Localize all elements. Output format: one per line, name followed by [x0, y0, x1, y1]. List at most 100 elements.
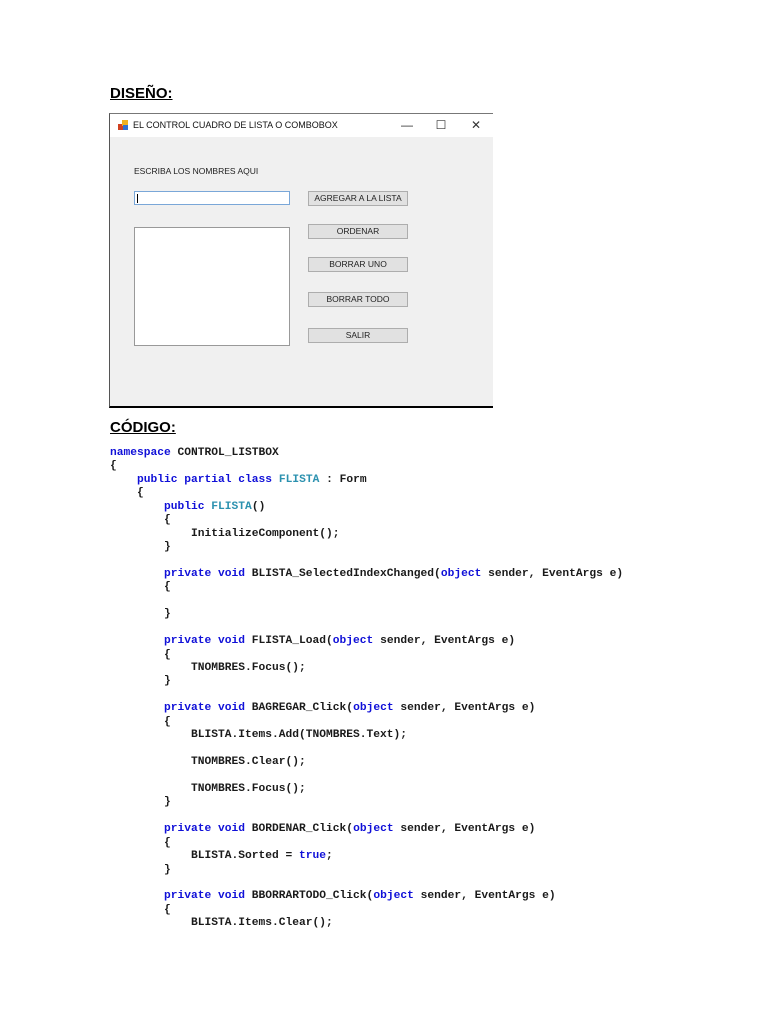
code-line: InitializeComponent(); [110, 528, 623, 541]
code-line: namespace CONTROL_LISTBOX [110, 447, 623, 460]
code-keyword: private void [164, 823, 246, 836]
delete-all-button[interactable]: BORRAR TODO [308, 292, 408, 307]
names-input[interactable] [134, 191, 290, 205]
code-text: ; [326, 850, 333, 863]
code-text: BAGREGAR_Click( [245, 702, 354, 715]
code-text: TNOMBRES.Clear(); [110, 756, 306, 769]
code-text: : Form [319, 473, 367, 486]
code-line: } [110, 675, 623, 688]
code-line: BLISTA.Items.Add(TNOMBRES.Text); [110, 729, 623, 742]
close-icon[interactable]: ✕ [461, 116, 491, 135]
code-text: () [251, 500, 266, 513]
code-line: { [110, 649, 623, 662]
code-text: { [110, 715, 171, 728]
code-text: BLISTA.Items.Add(TNOMBRES.Text); [110, 729, 408, 742]
names-listbox[interactable] [134, 227, 290, 346]
code-text: TNOMBRES.Focus(); [110, 662, 306, 674]
code-line: { [110, 460, 623, 473]
code-text: } [110, 863, 171, 876]
code-keyword: private void [164, 890, 246, 903]
code-keyword: object [373, 890, 414, 903]
form-window-screenshot: EL CONTROL CUADRO DE LISTA O COMBOBOX — … [109, 113, 493, 408]
code-line: public partial class FLISTA : Form [110, 474, 623, 487]
code-text: BLISTA.Sorted = [110, 850, 300, 863]
code-text: { [110, 460, 117, 473]
code-text: sender, EventArgs e) [413, 890, 556, 903]
code-text: { [110, 836, 171, 849]
code-line: TNOMBRES.Focus(); [110, 783, 623, 796]
code-keyword: namespace [110, 447, 171, 459]
code-line: { [110, 581, 623, 594]
title-bar: EL CONTROL CUADRO DE LISTA O COMBOBOX — … [110, 114, 493, 137]
code-line: private void BORDENAR_Click(object sende… [110, 823, 623, 836]
code-line: { [110, 904, 623, 917]
code-text: BLISTA_SelectedIndexChanged( [245, 567, 441, 580]
app-icon [118, 120, 128, 130]
code-line: { [110, 487, 623, 500]
code-keyword: public partial class [137, 473, 273, 486]
code-text: { [110, 514, 171, 527]
code-line: TNOMBRES.Focus(); [110, 662, 623, 675]
code-line: } [110, 796, 623, 809]
code-text: { [110, 903, 171, 916]
code-text: InitializeComponent(); [110, 527, 340, 540]
code-line: { [110, 716, 623, 729]
code-text: } [110, 608, 171, 621]
code-text: } [110, 796, 171, 809]
text-caret [137, 194, 138, 203]
code-line: TNOMBRES.Clear(); [110, 756, 623, 769]
code-text: BBORRARTODO_Click( [245, 890, 374, 903]
code-keyword: private void [164, 702, 246, 715]
sort-button[interactable]: ORDENAR [308, 224, 408, 239]
code-line: } [110, 541, 623, 554]
design-heading: DISEÑO: [110, 85, 173, 102]
code-line: { [110, 837, 623, 850]
code-line: BLISTA.Sorted = true; [110, 850, 623, 863]
maximize-icon[interactable]: ☐ [426, 116, 456, 135]
code-text: sender, EventArgs e) [393, 823, 536, 836]
code-text: { [110, 581, 171, 594]
code-text: sender, EventArgs e) [481, 567, 624, 580]
code-line: private void FLISTA_Load(object sender, … [110, 635, 623, 648]
code-keyword: true [299, 850, 327, 863]
code-keyword: object [353, 702, 394, 715]
code-text: { [110, 648, 171, 661]
code-line: } [110, 608, 623, 621]
names-label: ESCRIBA LOS NOMBRES AQUI [134, 166, 259, 176]
code-line: BLISTA.Items.Clear(); [110, 917, 623, 930]
delete-one-button[interactable]: BORRAR UNO [308, 257, 408, 272]
code-text: BLISTA.Items.Clear(); [110, 917, 333, 930]
add-to-list-button[interactable]: AGREGAR A LA LISTA [308, 191, 408, 206]
code-text: FLISTA_Load( [245, 635, 333, 648]
code-line: { [110, 514, 623, 527]
code-line: } [110, 864, 623, 877]
code-keyword: private void [164, 635, 246, 648]
code-keyword: public [164, 500, 205, 513]
exit-button[interactable]: SALIR [308, 328, 408, 343]
code-line: public FLISTA() [110, 501, 623, 514]
code-text: } [110, 541, 171, 554]
code-keyword: object [440, 567, 482, 580]
code-text: CONTROL_LISTBOX [170, 447, 279, 459]
code-text: sender, EventArgs e) [393, 702, 536, 715]
code-keyword: object [353, 823, 394, 836]
code-heading: CÓDIGO: [110, 419, 176, 436]
window-title: EL CONTROL CUADRO DE LISTA O COMBOBOX [133, 120, 338, 130]
code-keyword: object [332, 635, 374, 648]
code-line: private void BBORRARTODO_Click(object se… [110, 890, 623, 903]
code-type: FLISTA [211, 500, 252, 513]
minimize-icon[interactable]: — [392, 116, 422, 135]
